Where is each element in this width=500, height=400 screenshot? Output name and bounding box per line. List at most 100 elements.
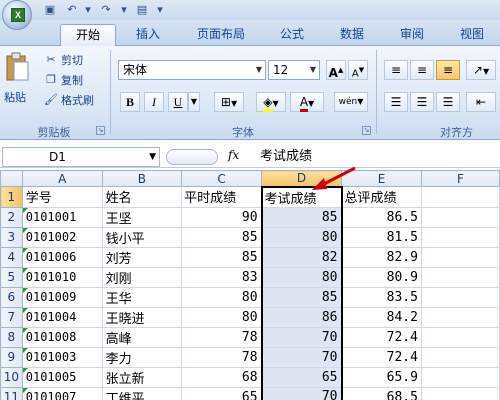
cell-a11[interactable]: 0101007 — [21, 386, 103, 400]
cell-d11[interactable]: 70 — [260, 386, 343, 400]
cell-b7[interactable]: 王晓进 — [101, 306, 183, 328]
tab-data[interactable]: 数据 — [328, 24, 376, 46]
column-header-a[interactable]: A — [21, 170, 103, 187]
undo-icon[interactable]: ↶ — [64, 2, 80, 17]
cell-c4[interactable]: 85 — [181, 246, 263, 268]
cell-f3[interactable] — [420, 226, 500, 248]
row-header[interactable]: 9 — [0, 346, 23, 368]
cell-a6[interactable]: 0101009 — [21, 286, 103, 308]
cell-f1[interactable] — [420, 186, 500, 208]
cell-d10[interactable]: 65 — [260, 366, 343, 388]
redo-dropdown-icon[interactable]: ▾ — [116, 2, 132, 17]
column-header-c[interactable]: C — [181, 170, 263, 187]
insert-function-icon[interactable]: fx — [228, 148, 239, 162]
cell-c6[interactable]: 80 — [181, 286, 263, 308]
cell-d9[interactable]: 70 — [260, 346, 343, 368]
cell-e10[interactable]: 65.9 — [341, 366, 422, 388]
cell-e11[interactable]: 68.5 — [341, 386, 422, 400]
cell-b10[interactable]: 张立新 — [101, 366, 183, 388]
row-header[interactable]: 4 — [0, 246, 23, 268]
cell-b5[interactable]: 刘刚 — [101, 266, 183, 288]
cell-e8[interactable]: 72.4 — [341, 326, 422, 348]
cell-e3[interactable]: 81.5 — [341, 226, 422, 248]
cell-f8[interactable] — [420, 326, 500, 348]
align-bottom-button[interactable]: ≡ — [436, 60, 460, 80]
row-header[interactable]: 1 — [0, 186, 23, 208]
underline-dropdown-icon[interactable]: ▼ — [188, 92, 200, 112]
shrink-font-button[interactable]: A▼ — [348, 60, 368, 80]
cell-c5[interactable]: 83 — [181, 266, 263, 288]
tab-insert[interactable]: 插入 — [124, 24, 172, 46]
cell-b3[interactable]: 钱小平 — [101, 226, 183, 248]
cell-a10[interactable]: 0101005 — [21, 366, 103, 388]
cell-b11[interactable]: 丁维平 — [101, 386, 183, 400]
italic-button[interactable]: I — [144, 92, 164, 112]
row-header[interactable]: 3 — [0, 226, 23, 248]
cell-a3[interactable]: 0101002 — [21, 226, 103, 248]
cell-f5[interactable] — [420, 266, 500, 288]
cell-a5[interactable]: 0101010 — [21, 266, 103, 288]
row-header[interactable]: 11 — [0, 386, 23, 400]
cell-a1[interactable]: 学号 — [21, 186, 103, 208]
select-all-corner[interactable] — [0, 170, 23, 187]
phonetic-button[interactable]: wén▼ — [334, 92, 368, 112]
cell-a8[interactable]: 0101008 — [21, 326, 103, 348]
cell-e5[interactable]: 80.9 — [341, 266, 422, 288]
cell-e4[interactable]: 82.9 — [341, 246, 422, 268]
cell-c8[interactable]: 78 — [181, 326, 263, 348]
save-icon[interactable]: ▣ — [42, 2, 58, 17]
cell-e9[interactable]: 72.4 — [341, 346, 422, 368]
cell-b1[interactable]: 姓名 — [101, 186, 183, 208]
cell-a7[interactable]: 0101004 — [21, 306, 103, 328]
column-header-b[interactable]: B — [101, 170, 183, 187]
cell-a9[interactable]: 0101003 — [21, 346, 103, 368]
cell-a2[interactable]: 0101001 — [21, 206, 103, 228]
cell-c9[interactable]: 78 — [181, 346, 263, 368]
cell-e7[interactable]: 84.2 — [341, 306, 422, 328]
font-name-select[interactable]: 宋体 ▼ — [118, 60, 266, 80]
cell-c2[interactable]: 90 — [181, 206, 263, 228]
align-middle-button[interactable]: ≡ — [410, 60, 434, 80]
cell-a4[interactable]: 0101006 — [21, 246, 103, 268]
font-color-button[interactable]: A▼ — [290, 92, 324, 112]
cell-c7[interactable]: 80 — [181, 306, 263, 328]
cell-d7[interactable]: 86 — [260, 306, 343, 328]
row-header[interactable]: 6 — [0, 286, 23, 308]
row-header[interactable]: 2 — [0, 206, 23, 228]
cell-d6[interactable]: 85 — [260, 286, 343, 308]
align-right-button[interactable]: ☰ — [436, 92, 460, 112]
indent-button[interactable]: ⇤ — [466, 92, 496, 112]
row-header[interactable]: 8 — [0, 326, 23, 348]
cell-c3[interactable]: 85 — [181, 226, 263, 248]
row-header[interactable]: 7 — [0, 306, 23, 328]
clipboard-launcher-icon[interactable]: ↘ — [96, 126, 105, 135]
tab-home[interactable]: 开始 — [60, 24, 116, 46]
cell-f4[interactable] — [420, 246, 500, 268]
print-preview-icon[interactable]: ▤ — [134, 2, 150, 17]
redo-icon[interactable]: ↷ — [98, 2, 114, 17]
orientation-button[interactable]: ↗▼ — [466, 60, 496, 80]
cell-b8[interactable]: 高峰 — [101, 326, 183, 348]
tab-review[interactable]: 审阅 — [388, 24, 436, 46]
tab-view[interactable]: 视图 — [448, 24, 496, 46]
cell-b9[interactable]: 李力 — [101, 346, 183, 368]
cell-e6[interactable]: 83.5 — [341, 286, 422, 308]
cell-f11[interactable] — [420, 386, 500, 400]
cell-c1[interactable]: 平时成绩 — [181, 186, 263, 208]
align-left-button[interactable]: ☰ — [384, 92, 408, 112]
cell-f9[interactable] — [420, 346, 500, 368]
office-button[interactable]: X — [2, 0, 32, 30]
tab-page-layout[interactable]: 页面布局 — [186, 24, 256, 46]
customize-qat-icon[interactable]: ▾ — [152, 2, 168, 17]
copy-button[interactable]: ❐ 复制 — [44, 72, 83, 88]
cell-f7[interactable] — [420, 306, 500, 328]
cell-b4[interactable]: 刘芳 — [101, 246, 183, 268]
format-painter-button[interactable]: 🖌 格式刷 — [44, 92, 94, 108]
tab-formulas[interactable]: 公式 — [268, 24, 316, 46]
row-header[interactable]: 10 — [0, 366, 23, 388]
name-box[interactable]: D1 ▼ — [2, 147, 160, 167]
column-header-f[interactable]: F — [420, 170, 500, 187]
font-size-select[interactable]: 12 ▼ — [268, 60, 320, 80]
align-top-button[interactable]: ≡ — [384, 60, 408, 80]
cell-f10[interactable] — [420, 366, 500, 388]
